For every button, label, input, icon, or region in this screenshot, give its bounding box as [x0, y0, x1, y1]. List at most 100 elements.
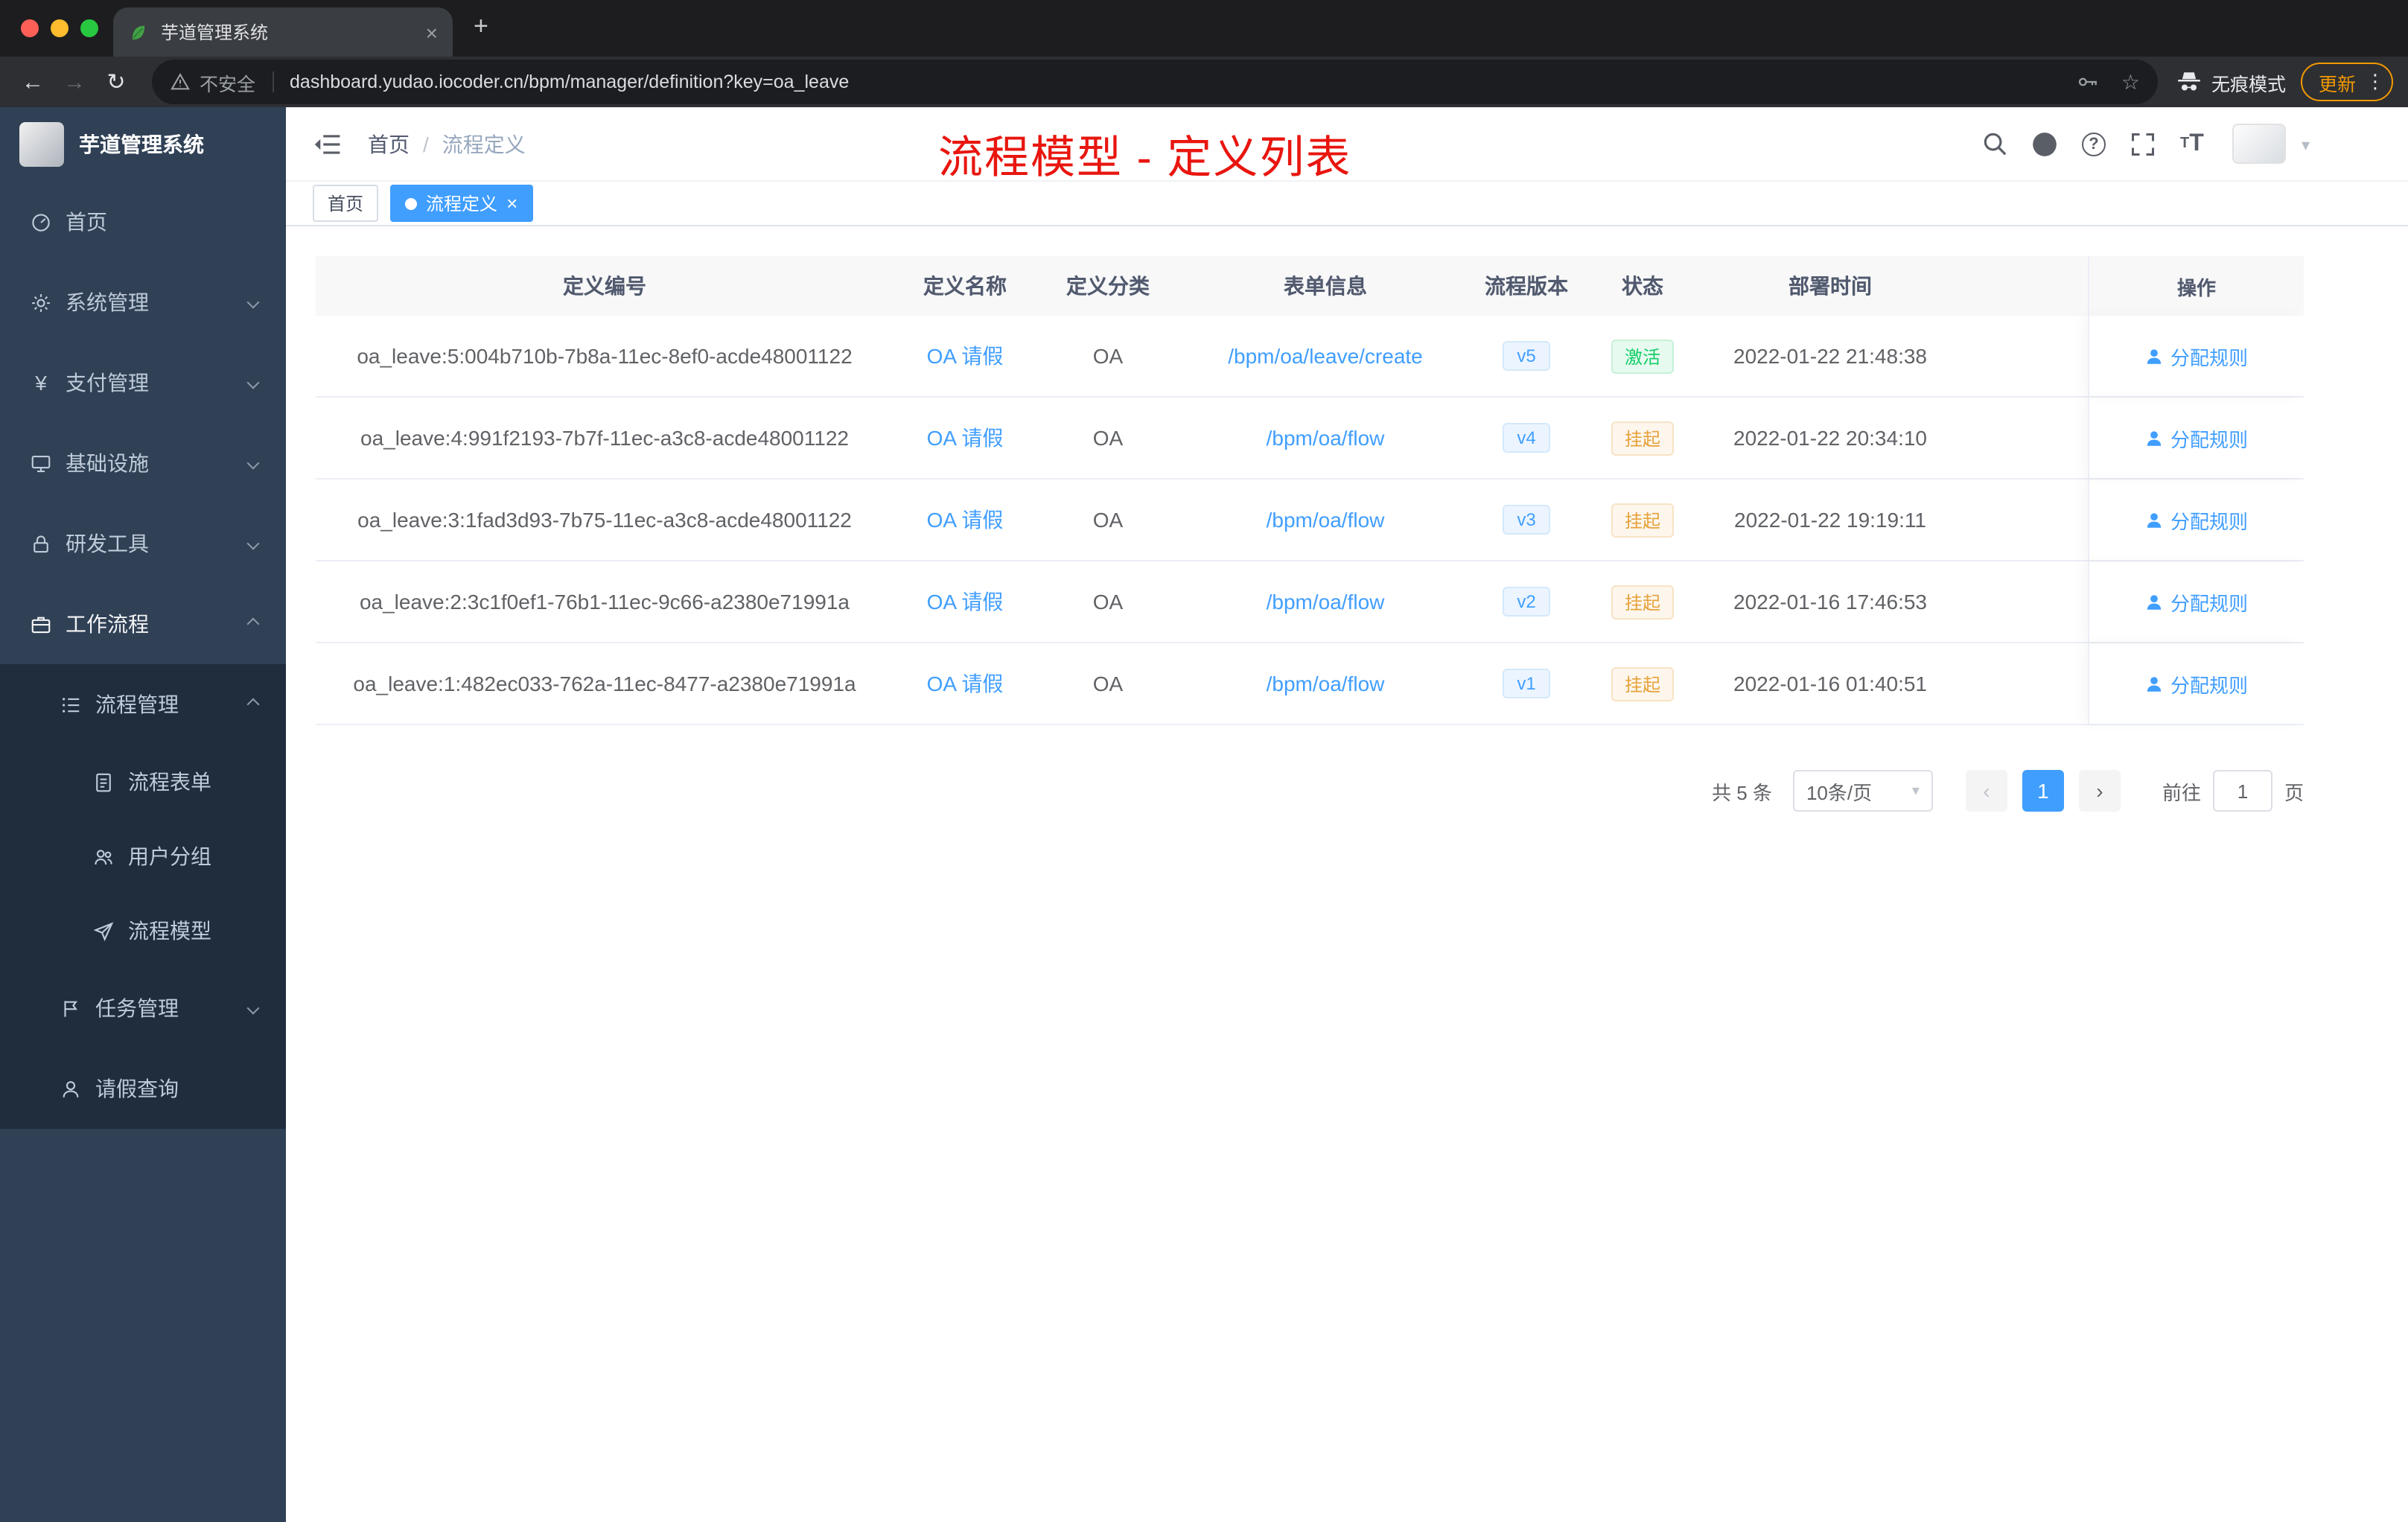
avatar-dropdown-caret-icon[interactable]: ▾	[2302, 136, 2310, 155]
page-content: 定义编号 定义名称 定义分类 表单信息 流程版本 状态 部署时间 操作 oa_l…	[286, 226, 2408, 1522]
active-dot	[405, 197, 418, 209]
security-label[interactable]: 不安全	[200, 68, 255, 96]
flag-icon	[64, 1000, 77, 1016]
big-t-glyph: T	[2189, 130, 2204, 156]
table-row: oa_leave:4:991f2193-7b7f-11ec-a3c8-acde4…	[316, 398, 2304, 480]
col-header-status: 状态	[1622, 274, 1663, 298]
version-tag: v1	[1502, 669, 1551, 698]
assign-rule-link[interactable]: 分配规则	[2088, 316, 2304, 396]
tab-title: 芋道管理系统	[161, 22, 269, 43]
next-page-button[interactable]: ›	[2078, 770, 2121, 812]
sidebar-item-devtools[interactable]: 研发工具	[0, 503, 286, 584]
forward-icon[interactable]: →	[54, 69, 95, 95]
tags-view-bar: 首页 流程定义 ×	[286, 182, 2408, 226]
status-badge: 挂起	[1611, 666, 1674, 701]
status-badge: 挂起	[1611, 421, 1674, 455]
sidebar-item-process-form[interactable]: 流程表单	[0, 745, 286, 819]
cell-form-link[interactable]: /bpm/oa/leave/create	[1179, 316, 1471, 396]
cell-category: OA	[1092, 672, 1124, 695]
browser-menu-icon[interactable]: ⋮	[2363, 70, 2387, 94]
prev-page-button[interactable]: ‹	[1965, 770, 2007, 812]
assign-rule-link[interactable]: 分配规则	[2088, 643, 2304, 724]
sidebar-item-label: 用户分组	[128, 844, 211, 868]
assign-rule-link[interactable]: 分配规则	[2088, 561, 2304, 642]
update-label[interactable]: 更新	[2319, 68, 2356, 96]
cell-deploy-time: 2022-01-16 17:46:53	[1733, 590, 1927, 614]
chevron-down-icon	[246, 537, 260, 550]
page-number-button[interactable]: 1	[2022, 770, 2064, 812]
cell-deploy-time: 2022-01-22 19:19:11	[1734, 508, 1926, 532]
reload-icon[interactable]: ↻	[95, 69, 137, 95]
user-icon	[63, 1080, 79, 1097]
cell-definition-name[interactable]: OA 请假	[894, 561, 1036, 642]
minimize-window-button[interactable]	[51, 19, 69, 37]
page-size-select[interactable]: 10条/页 ▾	[1792, 770, 1933, 812]
sidebar-item-leave-query[interactable]: 请假查询	[0, 1048, 286, 1129]
cell-definition-name[interactable]: OA 请假	[894, 480, 1036, 560]
tag-process-definition[interactable]: 流程定义 ×	[390, 185, 533, 222]
pagination: 共 5 条 10条/页 ▾ ‹ 1 › 前往 页	[316, 770, 2304, 812]
sidebar-item-process-model[interactable]: 流程模型	[0, 894, 286, 968]
cell-status: 挂起	[1582, 398, 1704, 478]
sidebar-item-process-management[interactable]: 流程管理	[0, 664, 286, 745]
assign-rule-link[interactable]: 分配规则	[2088, 480, 2304, 560]
address-bar[interactable]: 不安全 dashboard.yudao.iocoder.cn/bpm/manag…	[152, 60, 2158, 104]
lock-icon	[34, 535, 48, 553]
goto-page: 前往 页	[2162, 770, 2304, 812]
tab-close-icon[interactable]: ×	[426, 20, 438, 44]
sidebar-item-payment[interactable]: ¥ 支付管理	[0, 343, 286, 423]
tag-home[interactable]: 首页	[313, 185, 379, 222]
cell-definition-name[interactable]: OA 请假	[894, 316, 1036, 396]
url-text[interactable]: dashboard.yudao.iocoder.cn/bpm/manager/d…	[290, 71, 2056, 92]
sidebar-item-system[interactable]: 系统管理	[0, 262, 286, 343]
zoom-window-button[interactable]	[80, 19, 98, 37]
user-avatar[interactable]	[2232, 124, 2287, 164]
page-size-value: 10条/页	[1806, 781, 1873, 803]
browser-tab[interactable]: 芋道管理系统 ×	[113, 7, 453, 57]
cell-definition-name[interactable]: OA 请假	[894, 398, 1036, 478]
github-icon[interactable]	[2028, 127, 2062, 161]
help-icon[interactable]: ?	[2077, 127, 2111, 161]
chevron-down-icon	[246, 296, 260, 309]
font-size-icon[interactable]: TT	[2175, 127, 2209, 161]
app-title: 芋道管理系统	[79, 133, 204, 156]
sidebar-item-user-group[interactable]: 用户分组	[0, 819, 286, 894]
search-icon[interactable]	[1978, 127, 2013, 161]
cell-form-link[interactable]: /bpm/oa/flow	[1179, 398, 1471, 478]
goto-unit-label: 页	[2284, 781, 2304, 803]
breadcrumb: 首页 / 流程定义	[368, 129, 526, 159]
back-icon[interactable]: ←	[12, 69, 54, 95]
breadcrumb-home[interactable]: 首页	[368, 129, 410, 159]
sidebar-item-label: 支付管理	[66, 371, 149, 395]
cell-deploy-time: 2022-01-16 01:40:51	[1733, 672, 1927, 695]
sidebar-item-task-management[interactable]: 任务管理	[0, 968, 286, 1048]
sidebar-fold-icon[interactable]	[313, 132, 341, 156]
update-chip[interactable]: 更新 ⋮	[2300, 63, 2393, 101]
goto-page-input[interactable]	[2212, 770, 2272, 812]
bookmark-star-icon[interactable]: ☆	[2121, 69, 2140, 95]
cell-form-link[interactable]: /bpm/oa/flow	[1179, 480, 1471, 560]
sidebar-item-infrastructure[interactable]: 基础设施	[0, 423, 286, 503]
cell-version: v4	[1471, 398, 1582, 478]
tag-close-icon[interactable]: ×	[506, 194, 517, 213]
assign-rule-link[interactable]: 分配规则	[2088, 398, 2304, 478]
fullscreen-icon[interactable]	[2126, 127, 2160, 161]
yen-icon: ¥	[35, 371, 47, 395]
cell-filler	[1957, 480, 2088, 560]
sidebar-item-workflow[interactable]: 工作流程	[0, 584, 286, 664]
cell-version: v5	[1471, 316, 1582, 396]
key-icon[interactable]	[2077, 70, 2100, 94]
close-window-button[interactable]	[21, 19, 39, 37]
cell-form-link[interactable]: /bpm/oa/flow	[1179, 643, 1471, 724]
tag-label: 首页	[328, 194, 364, 214]
col-header-form: 表单信息	[1284, 274, 1367, 298]
cell-filler	[1957, 643, 2088, 724]
app-navbar: 首页 / 流程定义 流程模型 - 定义列表 ? T T ▾	[286, 107, 2408, 183]
cell-form-link[interactable]: /bpm/oa/flow	[1179, 561, 1471, 642]
sidebar-item-label: 流程管理	[95, 692, 179, 716]
col-header-action: 操作	[2088, 256, 2304, 316]
new-tab-button[interactable]: +	[474, 12, 488, 42]
list-icon	[63, 697, 80, 712]
sidebar-item-home[interactable]: 首页	[0, 182, 286, 262]
cell-definition-name[interactable]: OA 请假	[894, 643, 1036, 724]
